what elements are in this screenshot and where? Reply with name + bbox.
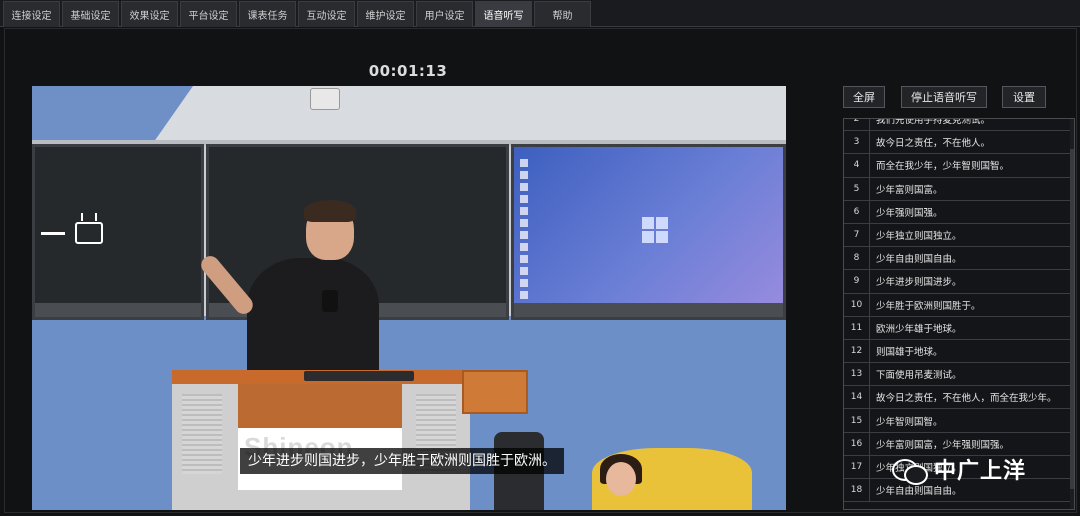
- row-number: 9: [844, 270, 870, 293]
- list-item[interactable]: 9 少年进步则国进步。: [844, 270, 1074, 294]
- list-item[interactable]: 4 而全在我少年，少年智则国智。: [844, 154, 1074, 178]
- recording-timer: 00:01:13: [368, 62, 448, 80]
- list-item[interactable]: 15 少年智则国智。: [844, 409, 1074, 433]
- row-number: 8: [844, 247, 870, 270]
- list-item[interactable]: 7 少年独立则国独立。: [844, 223, 1074, 248]
- watermark-text: 中广上洋: [934, 459, 1027, 484]
- tab-maintenance-settings[interactable]: 维护设定: [357, 1, 414, 27]
- row-number: 12: [844, 339, 870, 363]
- row-text: 欧洲少年雄于地球。: [876, 323, 962, 335]
- tab-connection-settings[interactable]: 连接设定: [3, 1, 60, 27]
- row-number: 3: [844, 131, 870, 154]
- panel-bezel: [514, 303, 783, 317]
- presenter-hair: [304, 200, 356, 222]
- row-number: 13: [844, 363, 870, 386]
- transcript-rows: 2 我们先使用手持麦克测试。 3 故今日之责任，不在他人。 4 而全在我少年，少年智则…: [844, 118, 1074, 503]
- row-number: 4: [844, 154, 870, 177]
- row-number: 18: [844, 479, 870, 502]
- tab-schedule-tasks[interactable]: 课表任务: [239, 1, 296, 27]
- display-panel-right: [511, 144, 786, 320]
- tab-bar: 连接设定 基础设定 效果设定 平台设定 课表任务 互动设定 维护设定 用户设定 …: [0, 0, 1080, 27]
- live-subtitle: 少年进步则国进步，少年胜于欧洲则国胜于欧洲。: [240, 448, 564, 474]
- row-text: 少年自由则国自由。: [876, 254, 962, 266]
- row-text: 少年强则国强。: [876, 207, 943, 219]
- podium-grill-left: [182, 394, 222, 474]
- keyboard: [304, 371, 414, 381]
- presenter-body: [247, 258, 379, 378]
- row-number: 2: [844, 119, 870, 131]
- row-number: 7: [844, 223, 870, 247]
- fullscreen-button[interactable]: 全屏: [843, 86, 885, 108]
- tv-icon: [75, 222, 103, 244]
- podium-side-shelf: [462, 370, 528, 414]
- tab-user-settings[interactable]: 用户设定: [416, 1, 473, 27]
- tab-basic-settings[interactable]: 基础设定: [62, 1, 119, 27]
- row-text: 少年智则国智。: [876, 416, 943, 428]
- windows-logo-icon: [642, 217, 668, 243]
- scrollbar-thumb[interactable]: [1070, 149, 1074, 489]
- row-text: 我们先使用手持麦克测试。: [876, 118, 991, 127]
- row-number: 15: [844, 409, 870, 432]
- row-number: 17: [844, 455, 870, 478]
- row-number: 5: [844, 177, 870, 200]
- standee-head: [606, 462, 636, 496]
- row-text: 故今日之责任，不在他人。: [876, 138, 991, 150]
- list-item[interactable]: 3 故今日之责任，不在他人。: [844, 131, 1074, 155]
- settings-button[interactable]: 设置: [1002, 86, 1046, 108]
- tab-help[interactable]: 帮助: [534, 1, 591, 27]
- transcript-scrollbar[interactable]: [1070, 119, 1074, 509]
- list-item[interactable]: 8 少年自由则国自由。: [844, 247, 1074, 271]
- tab-voice-dictation[interactable]: 语音听写: [475, 1, 532, 27]
- row-text: 少年胜于欧洲则国胜于。: [876, 300, 981, 312]
- row-number: 10: [844, 293, 870, 316]
- row-number: 11: [844, 316, 870, 339]
- list-item[interactable]: 14 故今日之责任，不在他人，而全在我少年。: [844, 386, 1074, 410]
- phone-icon: [322, 290, 338, 312]
- tab-effect-settings[interactable]: 效果设定: [121, 1, 178, 27]
- row-text: 下面使用吊麦测试。: [876, 370, 962, 382]
- wechat-icon: [892, 455, 928, 485]
- row-text: 则国雄于地球。: [876, 346, 943, 358]
- row-text: 而全在我少年，少年智则国智。: [876, 161, 1010, 173]
- video-preview: Shineon 少年进步则国进步，少年胜于欧洲则国胜于欧洲。: [32, 86, 786, 510]
- row-number: 16: [844, 432, 870, 455]
- list-item[interactable]: 13 下面使用吊麦测试。: [844, 363, 1074, 387]
- podium-front-panel: [238, 384, 402, 428]
- stop-dictation-button[interactable]: 停止语音听写: [901, 86, 987, 108]
- list-item[interactable]: 11 欧洲少年雄于地球。: [844, 316, 1074, 340]
- list-item[interactable]: 5 少年富则国富。: [844, 177, 1074, 201]
- list-item[interactable]: 10 少年胜于欧洲则国胜于。: [844, 293, 1074, 317]
- tv-antenna: [81, 213, 97, 221]
- cable-icon: [41, 232, 65, 235]
- list-item[interactable]: 12 则国雄于地球。: [844, 339, 1074, 364]
- watermark: 中广上洋: [892, 452, 1026, 486]
- display-panel-left: [32, 144, 204, 320]
- list-item[interactable]: 6 少年强则国强。: [844, 200, 1074, 224]
- camera-icon: [310, 88, 340, 110]
- desktop-icons: [518, 155, 542, 303]
- row-text: 少年富则国富。: [876, 184, 943, 196]
- row-number: 14: [844, 386, 870, 409]
- row-text: 少年富则国富，少年强则国强。: [876, 439, 1010, 451]
- row-text: 故今日之责任，不在他人，而全在我少年。: [876, 393, 1057, 405]
- panel-bezel: [35, 303, 201, 317]
- row-number: 6: [844, 200, 870, 223]
- list-item[interactable]: 2 我们先使用手持麦克测试。: [844, 118, 1074, 132]
- tab-interaction-settings[interactable]: 互动设定: [298, 1, 355, 27]
- row-text: 少年进步则国进步。: [876, 277, 962, 289]
- tab-platform-settings[interactable]: 平台设定: [180, 1, 237, 27]
- row-text: 少年独立则国独立。: [876, 231, 962, 243]
